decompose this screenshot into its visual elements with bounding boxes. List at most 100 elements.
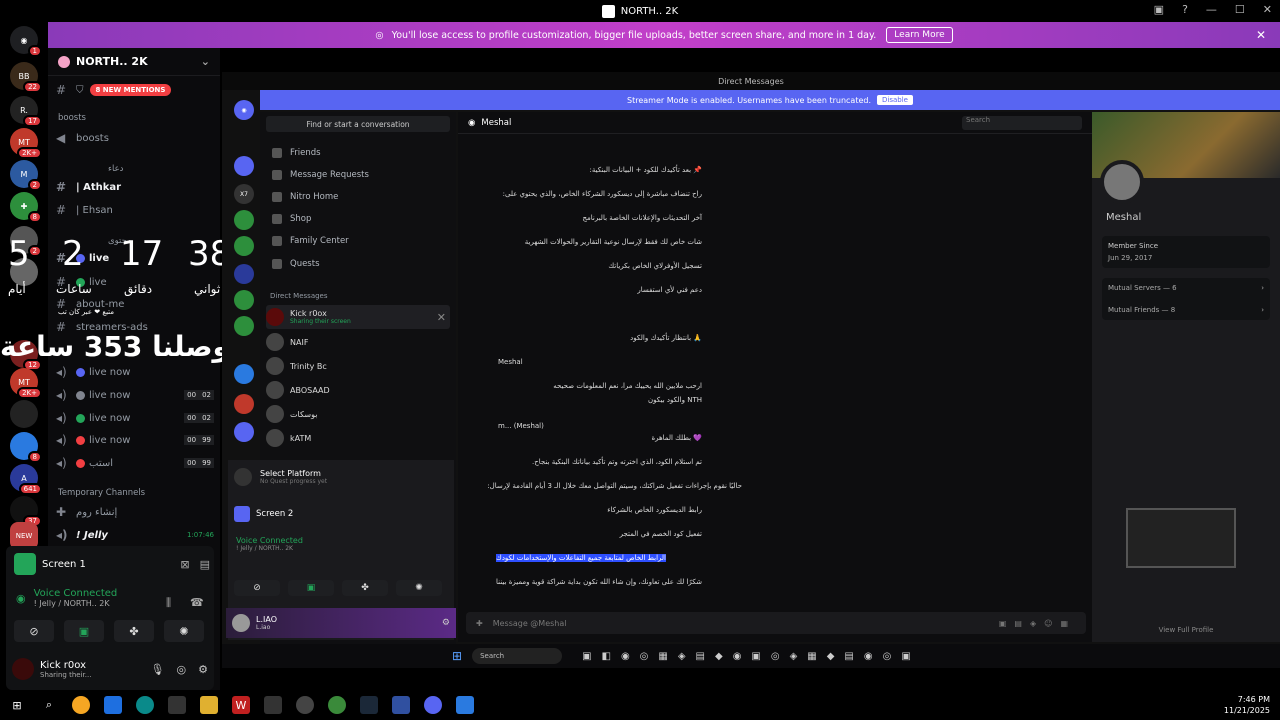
server-icon xyxy=(234,236,254,256)
dm-item: Trinity Bc xyxy=(266,354,450,378)
app-icon[interactable] xyxy=(104,696,122,714)
channel-create-room[interactable]: ✚ إنشاء روم xyxy=(56,502,214,522)
close-icon[interactable]: ✕ xyxy=(1256,28,1266,42)
server-icon xyxy=(234,316,254,336)
steam-icon[interactable] xyxy=(360,696,378,714)
inbox-icon[interactable]: ▣ xyxy=(1154,3,1164,16)
voice-channel-jelly[interactable]: ◂) ! Jelly 1:07:46 xyxy=(56,525,214,545)
server-icon[interactable]: R. 17 xyxy=(10,96,42,127)
widgets-icon[interactable] xyxy=(72,696,90,714)
guild-icon xyxy=(58,55,70,68)
server-icon[interactable]: MT 2K+ xyxy=(10,368,42,399)
server-icon[interactable]: 8 xyxy=(10,432,42,463)
discord-icon[interactable] xyxy=(424,696,442,714)
category-temporary[interactable]: Temporary Channels xyxy=(58,488,145,498)
server-icon[interactable]: BB 22 xyxy=(10,62,42,93)
activities-button[interactable]: ✤ xyxy=(114,620,154,642)
help-icon[interactable]: ? xyxy=(1182,3,1188,16)
message-line: حاليًا نقوم بإجراءات تفعيل شراكتك، وسيتم… xyxy=(487,482,742,490)
status-dot xyxy=(76,413,85,423)
channel-boosts[interactable]: ◀ boosts xyxy=(56,128,214,148)
new-mentions-badge[interactable]: 8 NEW MENTIONS xyxy=(89,84,172,96)
overlay-minutes-label: دقائق xyxy=(124,282,153,296)
nitro-icon: ◎ xyxy=(375,29,384,41)
status-dot xyxy=(76,458,85,468)
soundboard-button[interactable]: ✺ xyxy=(164,620,204,642)
window-titlebar: NORTH.. 2K ▣ ? — ☐ ✕ xyxy=(0,0,1280,22)
disconnect-icon[interactable]: ☎ xyxy=(190,596,204,609)
app-icon[interactable]: W xyxy=(232,696,250,714)
chrome-icon[interactable] xyxy=(328,696,346,714)
plus-icon: ✚ xyxy=(56,505,67,519)
windows-start-icon[interactable]: ⊞ xyxy=(8,696,26,714)
app-icon[interactable] xyxy=(296,696,314,714)
voice-channel[interactable]: ◂) live now 00 99 xyxy=(56,430,214,450)
close-button[interactable]: ✕ xyxy=(1263,3,1272,16)
search-icon[interactable]: ⌕ xyxy=(40,696,58,714)
guild-header[interactable]: NORTH.. 2K ⌄ xyxy=(48,48,220,76)
speaker-icon: ◂) xyxy=(56,456,67,470)
promo-banner: ◎ You'll lose access to profile customiz… xyxy=(48,22,1280,48)
server-icon[interactable]: ✚ 8 xyxy=(10,192,42,223)
app-icon[interactable] xyxy=(456,696,474,714)
message-line: 🙏 بانتظار تأكيدك والكود xyxy=(630,334,702,342)
megaphone-icon: ◀ xyxy=(56,131,66,145)
server-icon xyxy=(234,290,254,310)
voice-channel[interactable]: ◂) live now 00 02 xyxy=(56,385,214,405)
category-doaa[interactable]: دعاء xyxy=(108,164,123,174)
screen-share-icon xyxy=(14,553,36,575)
system-tray[interactable]: 7:46 PM 11/21/2025 xyxy=(1224,694,1270,716)
speaker-icon: ◂) xyxy=(56,433,67,447)
discord-home-icon[interactable]: ◉ 1 xyxy=(10,26,42,57)
stop-share-icon[interactable]: ⊠ xyxy=(180,558,189,571)
minimize-button[interactable]: — xyxy=(1206,3,1217,16)
voice-connected[interactable]: ◉ Voice Connected ! Jelly / NORTH.. 2K xyxy=(16,588,117,608)
signal-icon: ◉ xyxy=(16,591,26,605)
app-icon[interactable] xyxy=(264,696,282,714)
camera-off-button[interactable]: ⊘ xyxy=(14,620,54,642)
avatar xyxy=(1100,160,1144,204)
server-icon[interactable]: A 641 xyxy=(10,464,42,495)
microphone-icon[interactable]: 🎙 xyxy=(151,663,165,676)
edge-icon[interactable] xyxy=(136,696,154,714)
noise-suppression-icon[interactable]: ⫼ xyxy=(166,596,171,610)
hash-icon: # xyxy=(56,180,67,194)
hash-icon: # xyxy=(56,83,67,97)
shield-icon: ⛉ xyxy=(76,84,84,96)
app-icon[interactable] xyxy=(392,696,410,714)
server-icon[interactable]: 37 xyxy=(10,496,42,527)
channel-row[interactable]: # ⛉ 8 NEW MENTIONS xyxy=(56,80,214,100)
voice-channel[interactable]: ◂) استب 00 99 xyxy=(56,453,214,473)
server-icon xyxy=(234,264,254,284)
folder-icon[interactable] xyxy=(200,696,218,714)
speaker-icon: ◂) xyxy=(56,388,67,402)
store-icon[interactable] xyxy=(168,696,186,714)
message-line: تفعيل كود الخصم في المتجر xyxy=(619,530,702,538)
channel-ehsan[interactable]: # | Ehsan xyxy=(56,200,214,220)
server-icon[interactable] xyxy=(10,400,38,428)
overlay-hours: 2 xyxy=(62,234,84,274)
user-count: 00 02 xyxy=(184,390,214,400)
voice-channel[interactable]: ◂) live now xyxy=(56,362,214,382)
close-icon: ✕ xyxy=(436,310,446,324)
chevron-down-icon: ⌄ xyxy=(200,55,210,68)
voice-channel[interactable]: ◂) live now 00 02 xyxy=(56,408,214,428)
server-icon[interactable]: M2 xyxy=(10,160,42,191)
user-count: 00 99 xyxy=(184,458,214,468)
screen-share-button[interactable]: ▣ xyxy=(64,620,104,642)
stream-taskbar: ⊞ Search ▣◧◉◎▦◈▤◆◉▣◎◈▦◆▤◉◎▣ xyxy=(222,644,1280,668)
dm-search: Find or start a conversation xyxy=(266,116,450,132)
screen-2-row: Screen 2 xyxy=(234,506,293,522)
message-line: 📌 بعد تأكيدك للكود + البيانات البنكية: xyxy=(589,166,702,174)
message-line: تسجيل الأوفرلاي الخاص بكرياتك xyxy=(608,262,702,270)
channel-athkar[interactable]: # | Athkar xyxy=(56,177,214,197)
user-panel[interactable]: Kick r0ox Sharing their... 🎙 ◎ ⚙ xyxy=(12,654,208,684)
server-icon[interactable]: MT 2K+ xyxy=(10,128,42,159)
category-boosts[interactable]: boosts xyxy=(58,113,86,123)
headphones-icon[interactable]: ◎ xyxy=(177,663,187,676)
settings-icon[interactable]: ▤ xyxy=(200,558,210,571)
learn-more-button[interactable]: Learn More xyxy=(886,27,953,43)
gear-icon[interactable]: ⚙ xyxy=(198,663,208,676)
maximize-button[interactable]: ☐ xyxy=(1235,3,1245,16)
screen-share-row[interactable]: Screen 1 ⊠ ▤ xyxy=(14,553,210,575)
